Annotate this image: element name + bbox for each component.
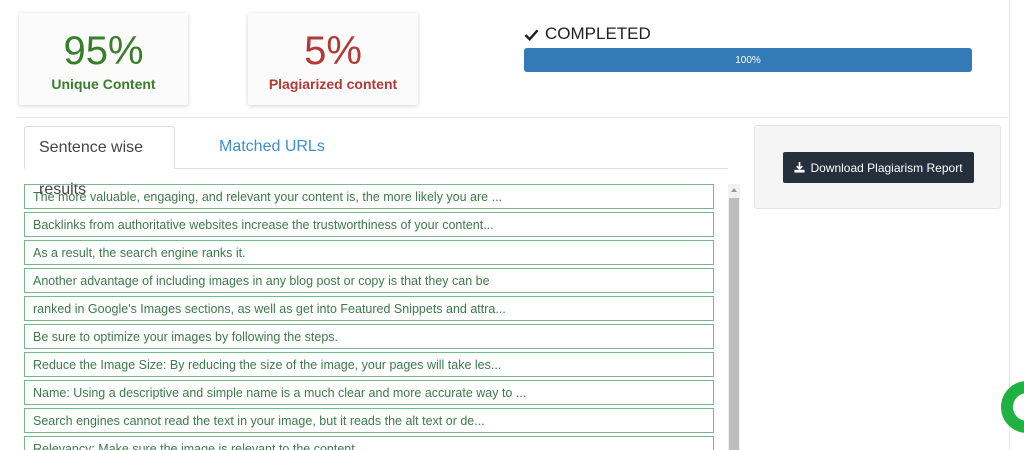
chat-widget-button[interactable] — [1001, 381, 1024, 433]
download-report-button[interactable]: Download Plagiarism Report — [783, 152, 974, 183]
tab-matched-urls[interactable]: Matched URLs — [205, 126, 339, 168]
progress-fill: 100% — [524, 48, 972, 72]
plagiarized-percent: 5% — [304, 29, 362, 73]
unique-percent: 95% — [63, 29, 144, 73]
result-row[interactable]: Relevancy: Make sure the image is releva… — [24, 436, 714, 450]
report-panel: Download Plagiarism Report — [754, 125, 1001, 209]
result-row[interactable]: Reduce the Image Size: By reducing the s… — [24, 352, 714, 377]
tab-sentence-wise-results[interactable]: Sentence wise results — [24, 126, 175, 198]
check-icon — [524, 28, 539, 41]
result-row[interactable]: As a result, the search engine ranks it. — [24, 240, 714, 265]
result-row[interactable]: Backlinks from authoritative websites in… — [24, 212, 714, 237]
unique-label: Unique Content — [51, 76, 156, 92]
unique-content-card: 95% Unique Content — [19, 13, 188, 105]
sentence-results-list: The more valuable, engaging, and relevan… — [24, 184, 714, 450]
plagiarized-label: Plagiarized content — [268, 76, 398, 92]
result-row[interactable]: Be sure to optimize your images by follo… — [24, 324, 714, 349]
scroll-up-arrow-icon[interactable] — [728, 184, 740, 196]
download-icon — [794, 162, 805, 173]
result-row[interactable]: Another advantage of including images in… — [24, 268, 714, 293]
download-report-label: Download Plagiarism Report — [810, 160, 963, 175]
scroll-thumb[interactable] — [729, 198, 739, 450]
result-row[interactable]: Search engines cannot read the text in y… — [24, 408, 714, 433]
result-row[interactable]: ranked in Google's Images sections, as w… — [24, 296, 714, 321]
progress-bar: 100% — [524, 48, 972, 72]
result-row[interactable]: The more valuable, engaging, and relevan… — [24, 184, 714, 209]
progress-label: 100% — [735, 54, 761, 66]
page-edge — [1009, 0, 1010, 450]
status-text: COMPLETED — [545, 24, 651, 43]
results-scrollbar[interactable] — [728, 184, 740, 450]
chat-icon — [1013, 393, 1024, 421]
plagiarized-content-card: 5% Plagiarized content — [248, 13, 418, 105]
result-row[interactable]: Name: Using a descriptive and simple nam… — [24, 380, 714, 405]
results-tabs: Sentence wise results Matched URLs — [24, 126, 728, 198]
completion-status: COMPLETED — [524, 24, 651, 44]
divider — [16, 117, 1009, 118]
